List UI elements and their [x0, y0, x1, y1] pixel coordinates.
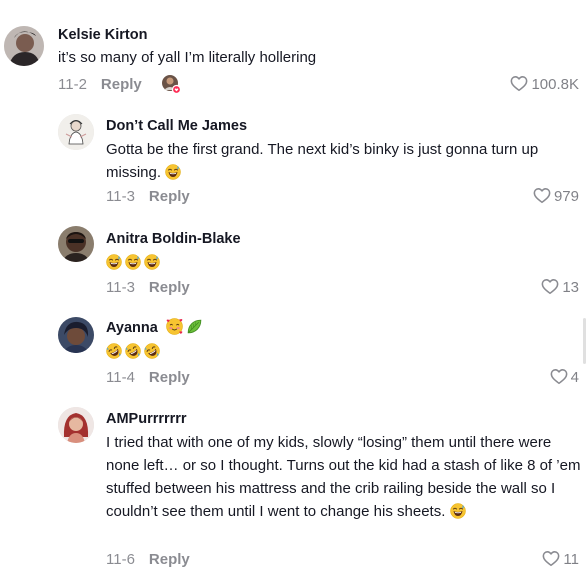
grinning-sweat-emoji [450, 503, 466, 519]
reply-button[interactable]: Reply [149, 369, 190, 386]
comment-meta: 11-3 Reply [106, 277, 190, 297]
comment-meta: 11-6 Reply [106, 549, 190, 569]
comment-username[interactable]: Ayanna [106, 318, 206, 338]
rolling-laughing-emoji [125, 343, 141, 359]
comment-text: I tried that with one of my kids, slowly… [106, 431, 581, 523]
comment-username[interactable]: Kelsie Kirton [58, 25, 316, 45]
avatar[interactable] [58, 226, 94, 262]
comment-text [106, 340, 206, 363]
like-count: 979 [553, 187, 579, 205]
comment-date: 11-3 [106, 187, 135, 205]
reply-button[interactable]: Reply [149, 188, 190, 205]
avatar[interactable] [58, 407, 94, 443]
comment-item: AMPurrrrrrr I tried that with one of my … [0, 400, 586, 581]
like-button[interactable]: 13 [541, 277, 579, 297]
comment-date: 11-4 [106, 368, 135, 386]
avatar[interactable] [4, 26, 44, 66]
comment-meta: 11-4 Reply [106, 367, 190, 387]
smiling-hearts-emoji [166, 318, 183, 335]
comment-item: Kelsie Kirton it’s so many of yall I’m l… [0, 0, 586, 100]
comment-date: 11-3 [106, 278, 135, 296]
comment-text: Gotta be the first grand. The next kid’s… [106, 138, 580, 184]
heart-outline-icon [542, 550, 560, 568]
comment-meta: 11-2 Reply [58, 74, 181, 95]
rolling-laughing-emoji [106, 343, 122, 359]
comment-username[interactable]: Don’t Call Me James [106, 116, 580, 136]
heart-outline-icon [533, 187, 551, 205]
like-button[interactable]: 979 [533, 186, 579, 206]
comment-text [106, 251, 241, 274]
comment-username[interactable]: AMPurrrrrrr [106, 409, 581, 429]
like-count: 4 [570, 368, 579, 386]
comment-text: it’s so many of yall I’m literally holle… [58, 49, 317, 66]
grinning-sweat-emoji [144, 254, 160, 270]
like-button[interactable]: 100.8K [510, 74, 579, 94]
grinning-sweat-emoji [165, 164, 181, 180]
like-count: 13 [562, 278, 579, 296]
avatar[interactable] [58, 114, 94, 150]
comment-date: 11-6 [106, 550, 135, 568]
reply-button[interactable]: Reply [101, 76, 142, 93]
like-button[interactable]: 4 [550, 367, 579, 387]
grinning-sweat-emoji [106, 254, 122, 270]
comment-date: 11-2 [58, 75, 87, 93]
heart-outline-icon [541, 278, 559, 296]
comment-item: Ayanna 11-4 Reply 4 [0, 310, 586, 400]
comment-item: Don’t Call Me James Gotta be the first g… [0, 100, 586, 220]
avatar[interactable] [58, 317, 94, 353]
like-count: 11 [563, 550, 579, 568]
leaf-emoji [186, 318, 203, 335]
like-count: 100.8K [531, 75, 579, 93]
creator-avatar-icon [161, 74, 181, 95]
reply-button[interactable]: Reply [149, 551, 190, 568]
heart-outline-icon [510, 75, 528, 93]
rolling-laughing-emoji [144, 343, 160, 359]
comment-username[interactable]: Anitra Boldin-Blake [106, 229, 241, 249]
username-text: Ayanna [106, 320, 158, 336]
reply-button[interactable]: Reply [149, 279, 190, 296]
comment-text-body: I tried that with one of my kids, slowly… [106, 434, 581, 520]
comment-item: Anitra Boldin-Blake 11-3 Reply 13 [0, 220, 586, 310]
like-button[interactable]: 11 [542, 549, 579, 569]
grinning-sweat-emoji [125, 254, 141, 270]
heart-outline-icon [550, 368, 568, 386]
comment-meta: 11-3 Reply [106, 186, 190, 206]
